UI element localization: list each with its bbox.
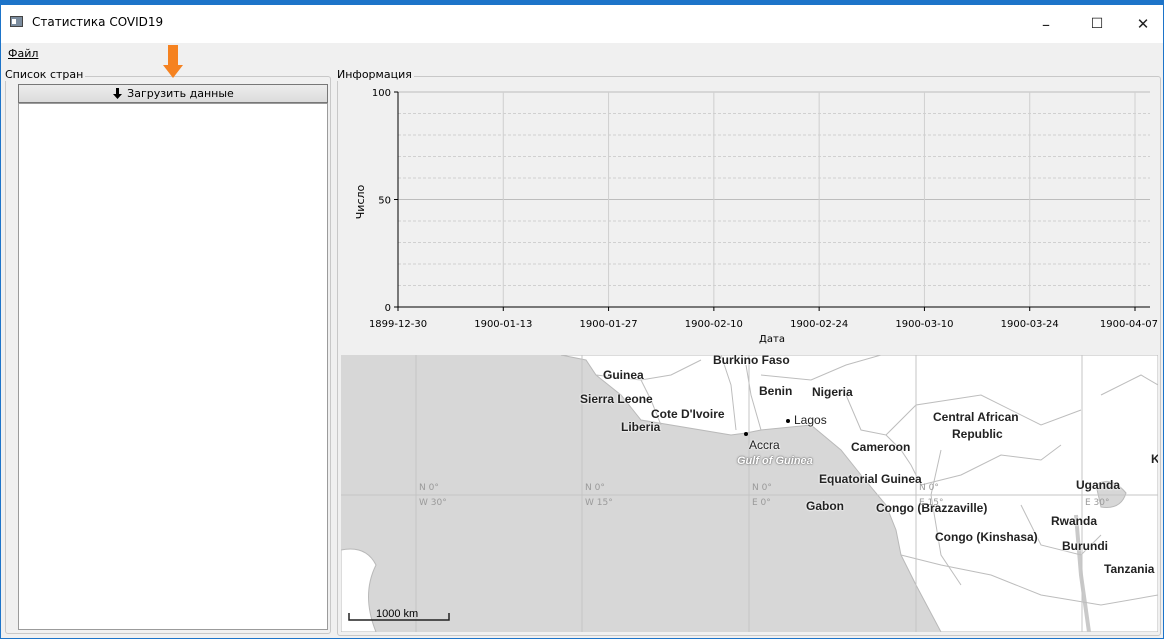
country-list[interactable] <box>18 103 328 630</box>
y-tick-label: 50 <box>378 196 391 207</box>
load-data-label: Загрузить данные <box>127 87 234 100</box>
pointer-arrow-icon <box>163 45 183 78</box>
map-label-kenya: K <box>1151 452 1158 466</box>
load-data-button[interactable]: Загрузить данные <box>18 84 328 103</box>
map-label-nigeria: Nigeria <box>812 385 853 399</box>
map-label-rwanda: Rwanda <box>1051 514 1098 528</box>
window-title: Статистика COVID19 <box>32 15 164 29</box>
map-label-burkina-faso: Burkino Faso <box>713 355 790 367</box>
minimize-button[interactable]: – <box>1023 5 1069 43</box>
map-grid-label: N 0° <box>419 483 439 493</box>
map-grid-label: E 30° <box>1085 498 1110 508</box>
x-tick-label: 1899-12-30 <box>369 319 427 330</box>
app-icon <box>10 16 23 27</box>
map-label-tanzania: Tanzania <box>1104 562 1155 576</box>
map-label-sierra-leone: Sierra Leone <box>580 392 653 406</box>
info-title: Информация <box>337 68 414 81</box>
map-grid-label: N 0° <box>919 483 939 493</box>
y-tick-label: 0 <box>385 303 391 314</box>
menu-file-label: айл <box>17 47 39 60</box>
map-label-republic: Republic <box>952 427 1003 441</box>
map-label-liberia: Liberia <box>621 420 661 434</box>
x-tick-label: 1900-01-13 <box>474 319 532 330</box>
map-label-congo-kinshasa: Congo (Kinshasa) <box>935 530 1038 544</box>
x-axis-title: Дата <box>759 334 785 345</box>
statistics-chart[interactable]: 0 50 100 1899-12-30 1900-01-13 1900-01-27 190… <box>340 84 1158 352</box>
menu-file[interactable]: Файл <box>8 47 38 60</box>
map-grid-label: W 30° <box>419 498 447 508</box>
map-label-gulf-of-guinea: Gulf of Guinea <box>737 455 813 467</box>
y-tick-label: 100 <box>372 88 391 99</box>
map-label-central-african: Central African <box>933 410 1019 424</box>
map-grid-label: W 15° <box>585 498 613 508</box>
maximize-button[interactable]: ☐ <box>1074 5 1120 43</box>
x-tick-label: 1900-02-10 <box>685 319 743 330</box>
map-label-guinea: Guinea <box>603 368 644 382</box>
map-label-accra: Accra <box>749 438 780 452</box>
y-axis-title: Число <box>354 184 367 219</box>
map-label-uganda: Uganda <box>1076 478 1121 492</box>
country-list-title: Список стран <box>5 68 86 81</box>
title-bar[interactable]: Статистика COVID19 – ☐ ✕ <box>1 5 1163 43</box>
map-grid-label: E 15° <box>919 498 944 508</box>
x-tick-label: 1900-03-24 <box>1001 319 1059 330</box>
map-label-benin: Benin <box>759 384 793 398</box>
x-tick-label: 1900-03-10 <box>895 319 953 330</box>
x-tick-label: 1900-01-27 <box>580 319 638 330</box>
arrow-down-icon <box>113 88 123 99</box>
map-label-burundi: Burundi <box>1062 539 1108 553</box>
map-label-lagos: Lagos <box>794 413 827 427</box>
map-grid-label: N 0° <box>585 483 605 493</box>
map-view[interactable]: Burkino Faso Guinea Benin Nigeria Sierra… <box>341 355 1158 632</box>
map-label-equatorial-guinea: Equatorial Guinea <box>819 472 922 486</box>
map-grid-label: N 0° <box>752 483 772 493</box>
scale-label: 1000 km <box>376 608 419 620</box>
map-label-gabon: Gabon <box>806 499 844 513</box>
close-button[interactable]: ✕ <box>1120 5 1164 43</box>
map-label-cote-divoire: Cote D'Ivoire <box>651 407 725 421</box>
x-tick-label: 1900-02-24 <box>790 319 848 330</box>
map-label-cameroon: Cameroon <box>851 440 911 454</box>
map-grid-label: E 0° <box>752 498 771 508</box>
x-tick-label: 1900-04-07 <box>1100 319 1158 330</box>
map-base <box>341 355 1158 632</box>
